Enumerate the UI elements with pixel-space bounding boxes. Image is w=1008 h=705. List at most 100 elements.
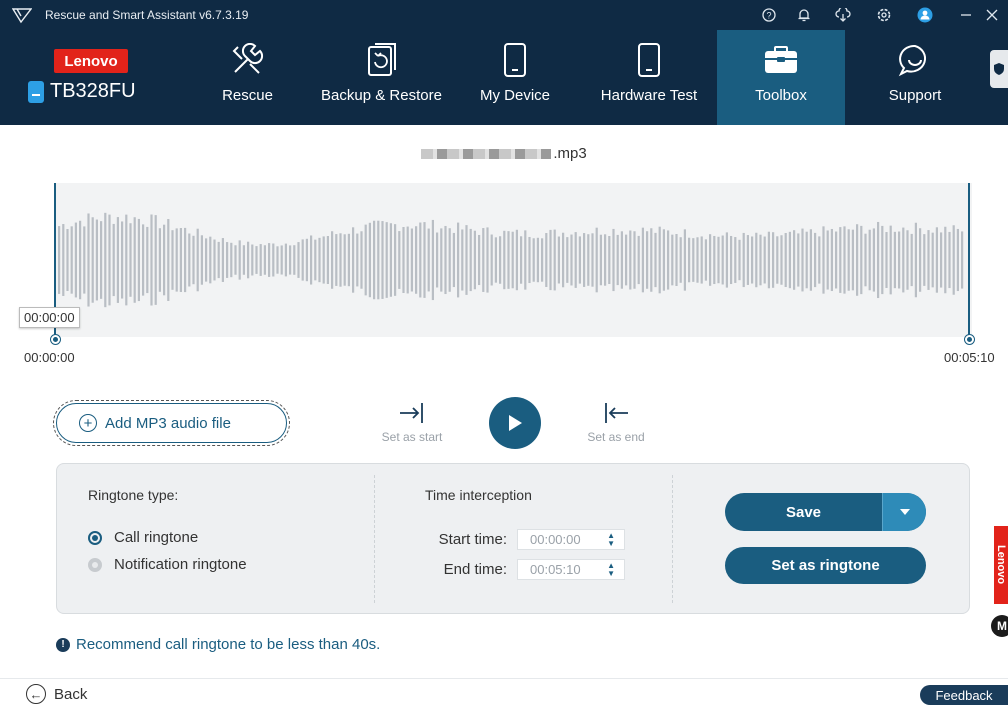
time-interception-label: Time interception xyxy=(425,487,532,503)
waveform-bar xyxy=(121,221,124,299)
waveform-bar xyxy=(788,231,791,289)
waveform-bar xyxy=(268,243,271,277)
waveform-bar xyxy=(637,235,640,285)
wrench-screwdriver-icon xyxy=(228,42,268,78)
waveform-bar xyxy=(419,222,422,298)
lenovo-side-tab[interactable]: Lenovo xyxy=(994,526,1008,604)
waveform-bar xyxy=(276,246,279,274)
waveform-bar xyxy=(772,232,775,288)
waveform-bar xyxy=(494,237,497,283)
waveform-bar xyxy=(843,226,846,294)
shield-icon[interactable] xyxy=(990,50,1008,88)
add-mp3-button[interactable]: + Add MP3 audio file xyxy=(53,400,290,446)
add-mp3-label: Add MP3 audio file xyxy=(105,414,231,432)
chevron-down-icon[interactable] xyxy=(882,493,926,531)
end-marker[interactable] xyxy=(968,183,970,337)
waveform-bar xyxy=(87,213,90,307)
waveform-bar xyxy=(809,229,812,291)
help-icon[interactable]: ? xyxy=(761,7,777,23)
waveform-bar xyxy=(713,235,716,285)
waveform-bar xyxy=(507,231,510,289)
spinner-icon[interactable]: ▲ ▼ xyxy=(607,562,615,578)
waveform[interactable] xyxy=(54,183,972,337)
set-as-start-button[interactable]: Set as start xyxy=(376,398,448,444)
nav-backup-restore[interactable]: Backup & Restore xyxy=(312,30,451,125)
waveform-bar xyxy=(692,238,695,282)
waveform-bar xyxy=(629,230,632,290)
minimize-icon[interactable] xyxy=(958,7,974,23)
set-as-start-label: Set as start xyxy=(381,430,443,444)
spinner-icon[interactable]: ▲ ▼ xyxy=(607,532,615,548)
waveform-bar xyxy=(919,228,922,292)
cloud-download-icon[interactable] xyxy=(835,7,851,23)
waveform-bar xyxy=(364,224,367,296)
waveform-bar xyxy=(112,223,115,297)
waveform-bar xyxy=(356,233,359,287)
start-handle[interactable] xyxy=(51,335,60,344)
waveform-bar xyxy=(839,227,842,293)
notification-ringtone-option[interactable]: Notification ringtone xyxy=(88,556,247,573)
start-time-input[interactable]: 00:00:00 ▲ ▼ xyxy=(517,529,625,550)
end-handle[interactable] xyxy=(965,335,974,344)
waveform-bar xyxy=(272,243,275,277)
waveform-bar xyxy=(893,231,896,289)
nav-hardware-test[interactable]: Hardware Test xyxy=(590,30,708,125)
waveform-bar xyxy=(104,212,107,308)
waveform-bar xyxy=(95,219,98,301)
waveform-bar xyxy=(226,242,229,278)
waveform-bar xyxy=(125,214,128,306)
set-as-ringtone-button[interactable]: Set as ringtone xyxy=(725,547,926,584)
selection-tooltip: 00:00:00 xyxy=(19,307,80,328)
waveform-bar xyxy=(368,222,371,298)
info-icon: ! xyxy=(56,637,70,652)
waveform-bar xyxy=(322,236,325,284)
waveform-bar xyxy=(940,232,943,288)
waveform-bar xyxy=(209,236,212,284)
save-button[interactable]: Save xyxy=(725,493,926,531)
waveform-bar xyxy=(360,231,363,289)
waveform-bar xyxy=(478,234,481,286)
waveform-bar xyxy=(793,230,796,290)
call-ringtone-option[interactable]: Call ringtone xyxy=(88,529,198,546)
waveform-bar xyxy=(146,226,149,294)
settings-icon[interactable] xyxy=(876,7,892,23)
arrow-left-icon: ← xyxy=(26,684,46,704)
nav-toolbox[interactable]: Toolbox xyxy=(717,30,845,125)
nav-rescue[interactable]: Rescue xyxy=(205,30,290,125)
set-as-end-button[interactable]: Set as end xyxy=(580,398,652,444)
waveform-bar xyxy=(221,238,224,282)
waveform-bar xyxy=(956,228,959,292)
svg-text:?: ? xyxy=(766,11,771,21)
waveform-bar xyxy=(948,231,951,289)
waveform-bar xyxy=(553,229,556,291)
waveform-bar xyxy=(100,221,103,299)
motorola-icon[interactable]: M xyxy=(991,615,1008,637)
waveform-bar xyxy=(515,229,518,291)
waveform-bar xyxy=(675,233,678,287)
waveform-bar xyxy=(700,236,703,284)
waveform-bar xyxy=(377,220,380,300)
waveform-bar xyxy=(234,245,237,275)
nav-my-device[interactable]: My Device xyxy=(472,30,558,125)
waveform-bar xyxy=(885,232,888,288)
waveform-bar xyxy=(452,232,455,288)
save-label[interactable]: Save xyxy=(725,493,882,531)
footer-divider xyxy=(0,678,1008,679)
waveform-bar xyxy=(238,240,241,280)
back-button[interactable]: ← Back xyxy=(26,684,87,704)
waveform-bar xyxy=(923,234,926,286)
nav-support[interactable]: Support xyxy=(872,30,958,125)
feedback-button[interactable]: Feedback xyxy=(920,685,1008,705)
waveform-bar xyxy=(192,235,195,285)
user-icon[interactable] xyxy=(917,7,933,23)
waveform-bar xyxy=(196,228,199,292)
waveform-bar xyxy=(343,234,346,286)
bell-icon[interactable] xyxy=(796,7,812,23)
waveform-bar xyxy=(633,231,636,289)
panel-divider xyxy=(672,475,673,603)
end-time-input[interactable]: 00:05:10 ▲ ▼ xyxy=(517,559,625,580)
recommendation-notice: ! Recommend call ringtone to be less tha… xyxy=(56,636,380,653)
close-icon[interactable] xyxy=(984,7,1000,23)
play-button[interactable] xyxy=(489,397,541,449)
waveform-bar xyxy=(612,228,615,292)
